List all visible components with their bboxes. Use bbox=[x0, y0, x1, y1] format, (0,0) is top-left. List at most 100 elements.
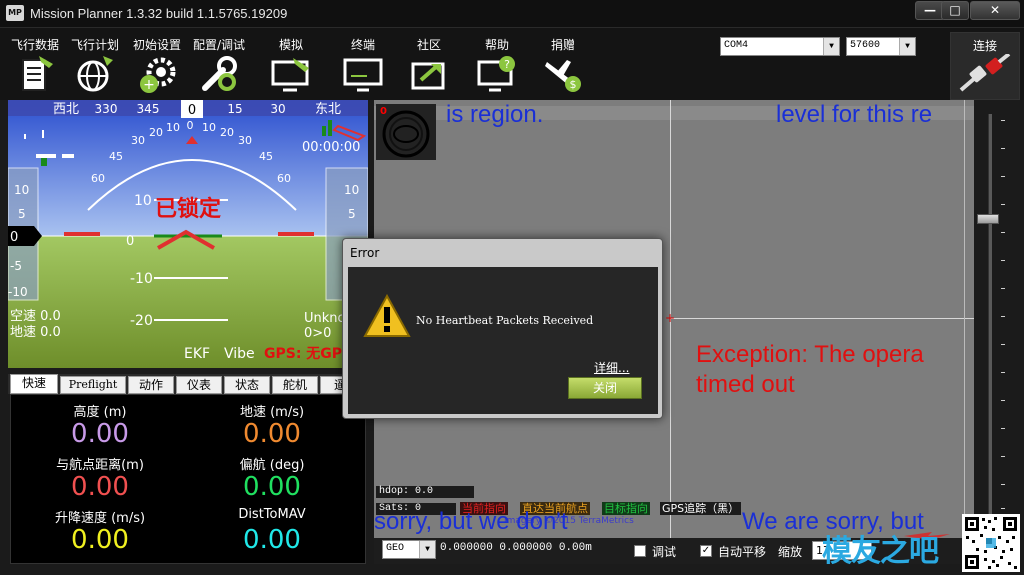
app-logo-icon: MP bbox=[6, 5, 24, 21]
map-exception-text: timed out bbox=[696, 371, 795, 398]
toolbar-config-tuning[interactable]: 配置/调试 bbox=[186, 36, 252, 94]
zoom-slider[interactable] bbox=[975, 100, 1015, 520]
toolbar-terminal[interactable]: 终端 bbox=[330, 36, 396, 94]
map-center-crosshair: + bbox=[665, 311, 676, 325]
chevron-down-icon: ▼ bbox=[419, 541, 435, 558]
quick-value: 0.00 bbox=[71, 525, 129, 555]
airspeed-current: 0 bbox=[10, 230, 18, 245]
slider-tick bbox=[1001, 344, 1005, 345]
connect-button[interactable]: 连接 bbox=[950, 32, 1020, 100]
groundspeed-readout: 地速 0.0 bbox=[10, 325, 61, 340]
tab-status[interactable]: 状态 bbox=[224, 376, 270, 394]
heading-label: 345 bbox=[137, 102, 160, 116]
dialog-close-button[interactable]: 关闭 bbox=[568, 377, 642, 399]
quick-label: 与航点距离(m) bbox=[56, 458, 144, 473]
vibe-status[interactable]: Vibe bbox=[224, 346, 255, 362]
roll-label: 20 bbox=[149, 126, 163, 139]
donate-icon: $ bbox=[545, 60, 581, 92]
ekf-status[interactable]: EKF bbox=[184, 346, 210, 362]
debug-checkbox[interactable] bbox=[634, 545, 646, 557]
tab-quick[interactable]: 快速 bbox=[10, 374, 58, 394]
details-link[interactable]: 详细... bbox=[594, 359, 629, 376]
qr-code bbox=[962, 514, 1020, 572]
coordinate-format-select[interactable]: GEO ▼ bbox=[382, 540, 436, 559]
quick-cell-dist-to-mav[interactable]: DistToMAV 0.00 bbox=[183, 507, 361, 557]
quick-label: DistToMAV bbox=[238, 507, 306, 522]
site-watermark: 模友之吧 bbox=[800, 524, 958, 570]
slider-tick bbox=[1001, 400, 1005, 401]
roll-label: 0 bbox=[187, 119, 194, 132]
toolbar-flight-plan[interactable]: 飞行计划 bbox=[62, 36, 128, 94]
legend-gps-track: GPS追踪（黑） bbox=[660, 502, 742, 515]
quick-cell-yaw[interactable]: 偏航 (deg) 0.00 bbox=[183, 454, 361, 504]
watermark-text: 模友之吧 bbox=[822, 534, 939, 569]
gps-status: GPS: 无GPS bbox=[264, 346, 352, 362]
altitude-tape-label: 10 bbox=[344, 183, 359, 197]
maximize-button[interactable]: □ bbox=[941, 1, 969, 20]
autopan-checkbox[interactable]: ✓ bbox=[700, 545, 712, 557]
quick-value: 0.00 bbox=[243, 472, 301, 502]
zoom-label: 缩放 bbox=[778, 545, 803, 559]
flight-time: 00:00:00 bbox=[302, 140, 360, 155]
roll-label: 10 bbox=[202, 121, 216, 134]
quick-cell-climb-rate[interactable]: 升降速度 (m/s) 0.00 bbox=[11, 507, 189, 557]
tab-actions[interactable]: 动作 bbox=[128, 376, 174, 394]
toolbar-item-label: 终端 bbox=[350, 38, 375, 52]
map-tile-error-text: sorry, but we don't bbox=[374, 508, 568, 535]
title-bar: MP Mission Planner 1.3.32 build 1.1.5765… bbox=[0, 0, 1024, 28]
dialog-title: Error bbox=[350, 246, 380, 260]
chevron-down-icon: ▼ bbox=[823, 38, 839, 55]
toolbar-item-label: 捐赠 bbox=[550, 38, 575, 52]
roll-label: 60 bbox=[277, 172, 291, 185]
heading-label: 东北 bbox=[315, 102, 341, 117]
roll-label: 45 bbox=[259, 150, 273, 163]
roll-label: 45 bbox=[109, 150, 123, 163]
roll-label: 30 bbox=[131, 134, 145, 147]
roll-label: 60 bbox=[91, 172, 105, 185]
autopan-label: 自动平移 bbox=[718, 545, 767, 559]
map-grid-line bbox=[964, 100, 965, 538]
toolbar-simulation[interactable]: 模拟 bbox=[258, 36, 324, 94]
initial-setup-icon: + bbox=[140, 57, 176, 93]
compass-zero-label: 0 bbox=[380, 106, 387, 117]
flight-data-icon bbox=[22, 56, 53, 91]
toolbar-help[interactable]: 帮助 ? bbox=[464, 36, 530, 94]
slider-tick bbox=[1001, 508, 1005, 509]
svg-text:+: + bbox=[143, 77, 155, 93]
tab-gauges[interactable]: 仪表 bbox=[176, 376, 222, 394]
error-dialog: Error No Heartbeat Packets Received 详细..… bbox=[342, 238, 663, 419]
quick-label: 升降速度 (m/s) bbox=[54, 511, 146, 526]
tab-preflight[interactable]: Preflight bbox=[60, 376, 126, 394]
quick-label: 高度 (m) bbox=[73, 405, 127, 420]
map-tile-error-text: is region. bbox=[446, 101, 544, 128]
quick-value: 0.00 bbox=[243, 419, 301, 449]
roll-label: 20 bbox=[220, 126, 234, 139]
toolbar-initial-setup[interactable]: 初始设置 + bbox=[124, 36, 190, 94]
baud-select[interactable]: 57600 ▼ bbox=[846, 37, 916, 56]
quick-cell-groundspeed[interactable]: 地速 (m/s) 0.00 bbox=[183, 401, 361, 451]
heading-label: 15 bbox=[227, 102, 242, 116]
toolbar-community[interactable]: 社区 bbox=[396, 36, 462, 94]
port-select[interactable]: COM4 ▼ bbox=[720, 37, 840, 56]
legend-target-heading: 目标指向 bbox=[602, 502, 650, 515]
tab-servo[interactable]: 舵机 bbox=[272, 376, 318, 394]
quick-cell-dist-to-wp[interactable]: 与航点距离(m) 0.00 bbox=[11, 454, 189, 504]
toolbar-item-label: 初始设置 bbox=[132, 38, 181, 52]
slider-thumb[interactable] bbox=[977, 214, 999, 224]
quick-cell-altitude[interactable]: 高度 (m) 0.00 bbox=[11, 401, 189, 451]
pitch-label: -10 bbox=[130, 271, 153, 287]
toolbar-flight-data[interactable]: 飞行数据 bbox=[2, 36, 68, 94]
quick-value: 0.00 bbox=[243, 525, 301, 555]
slider-tick bbox=[1001, 484, 1005, 485]
coordinate-format-value: GEO bbox=[386, 543, 405, 554]
airspeed-tape-label: -10 bbox=[8, 285, 28, 299]
window-title: Mission Planner 1.3.32 build 1.1.5765.19… bbox=[30, 6, 288, 21]
quick-tabstrip: 快速 Preflight 动作 仪表 状态 舵机 遥 bbox=[8, 374, 368, 394]
roll-label: 10 bbox=[166, 121, 180, 134]
close-window-button[interactable]: ✕ bbox=[970, 1, 1020, 20]
hud-attitude-indicator[interactable]: 西北 330 345 0 15 30 东北 60 45 30 20 10 0 1… bbox=[8, 100, 368, 368]
quick-value: 0.00 bbox=[71, 472, 129, 502]
config-tuning-icon bbox=[202, 56, 237, 91]
toolbar-donate[interactable]: 捐赠 $ bbox=[530, 36, 596, 94]
armed-status: 已锁定 bbox=[155, 196, 221, 222]
